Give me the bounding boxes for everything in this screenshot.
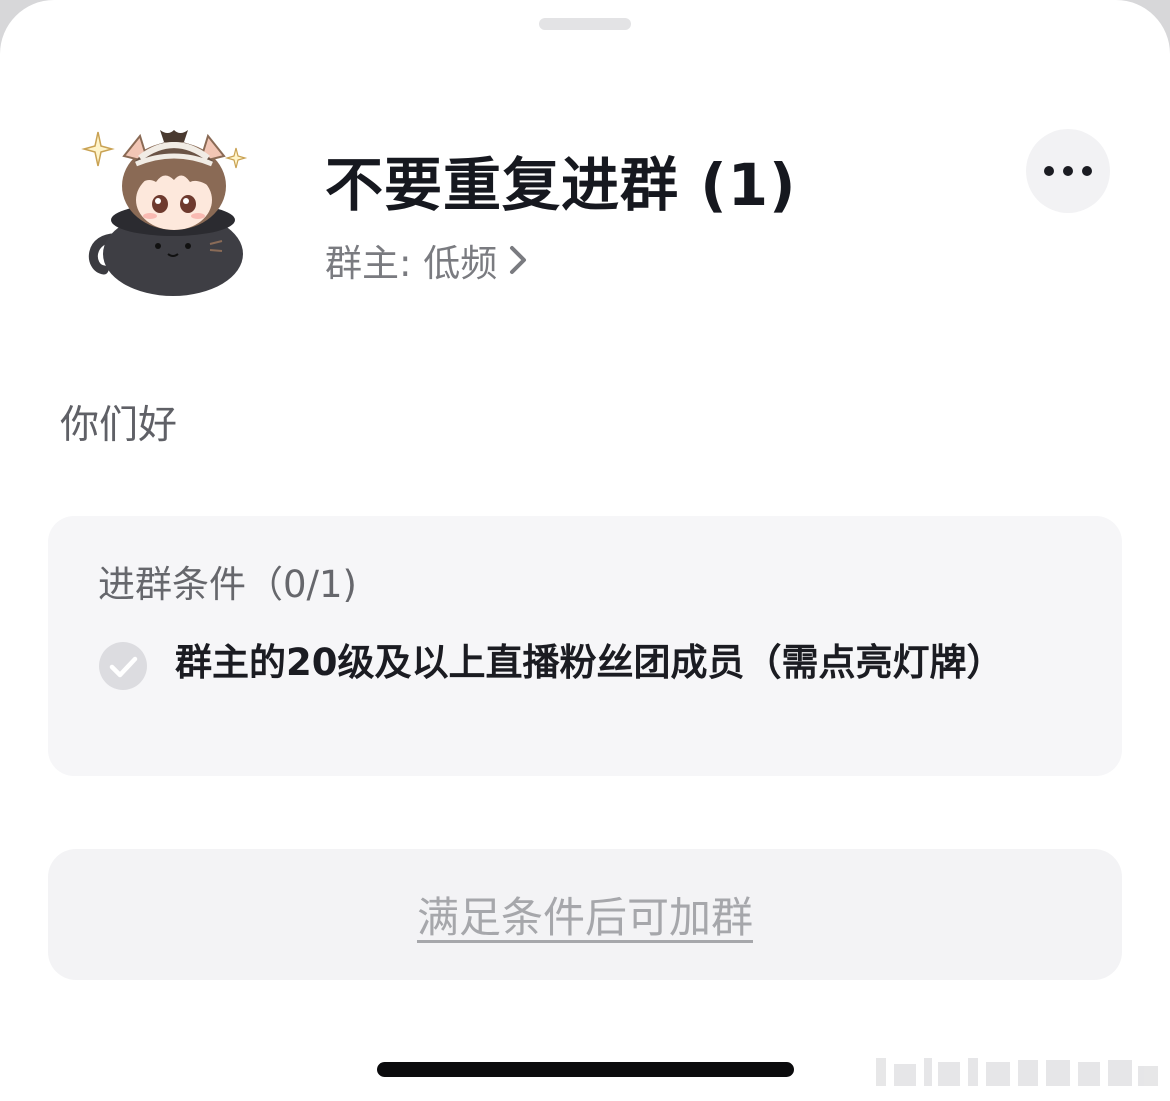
join-group-button-label: 满足条件后可加群 [416, 893, 753, 942]
group-owner-link[interactable]: 群主: 低频 [325, 236, 529, 285]
join-group-button[interactable]: 满足条件后可加群 [48, 849, 1122, 980]
group-owner-label: 群主: 低频 [325, 242, 498, 285]
chevron-right-icon [507, 243, 529, 277]
join-conditions-card: 进群条件（0/1) 群主的20级及以上直播粉丝团成员（需点亮灯牌） [48, 516, 1122, 776]
join-condition-item: 群主的20级及以上直播粉丝团成员（需点亮灯牌） [175, 641, 1004, 684]
group-description: 你们好 [60, 403, 178, 448]
home-indicator [377, 1062, 794, 1077]
group-name-title: 不要重复进群 (1) [325, 151, 797, 219]
watermark-logo [872, 1052, 1164, 1092]
more-options-button[interactable] [1026, 129, 1110, 213]
sheet-drag-handle[interactable] [539, 18, 631, 30]
more-horizontal-icon [1043, 162, 1093, 181]
join-conditions-title: 进群条件（0/1) [98, 563, 357, 606]
group-join-sheet-screen: 不要重复进群 (1) 群主: 低频 你们好 进群条件（0/1) 群主的20级及以… [0, 0, 1170, 1101]
bottom-sheet: 不要重复进群 (1) 群主: 低频 你们好 进群条件（0/1) 群主的20级及以… [0, 0, 1170, 1101]
check-circle-icon [99, 642, 147, 690]
group-avatar [78, 118, 258, 304]
